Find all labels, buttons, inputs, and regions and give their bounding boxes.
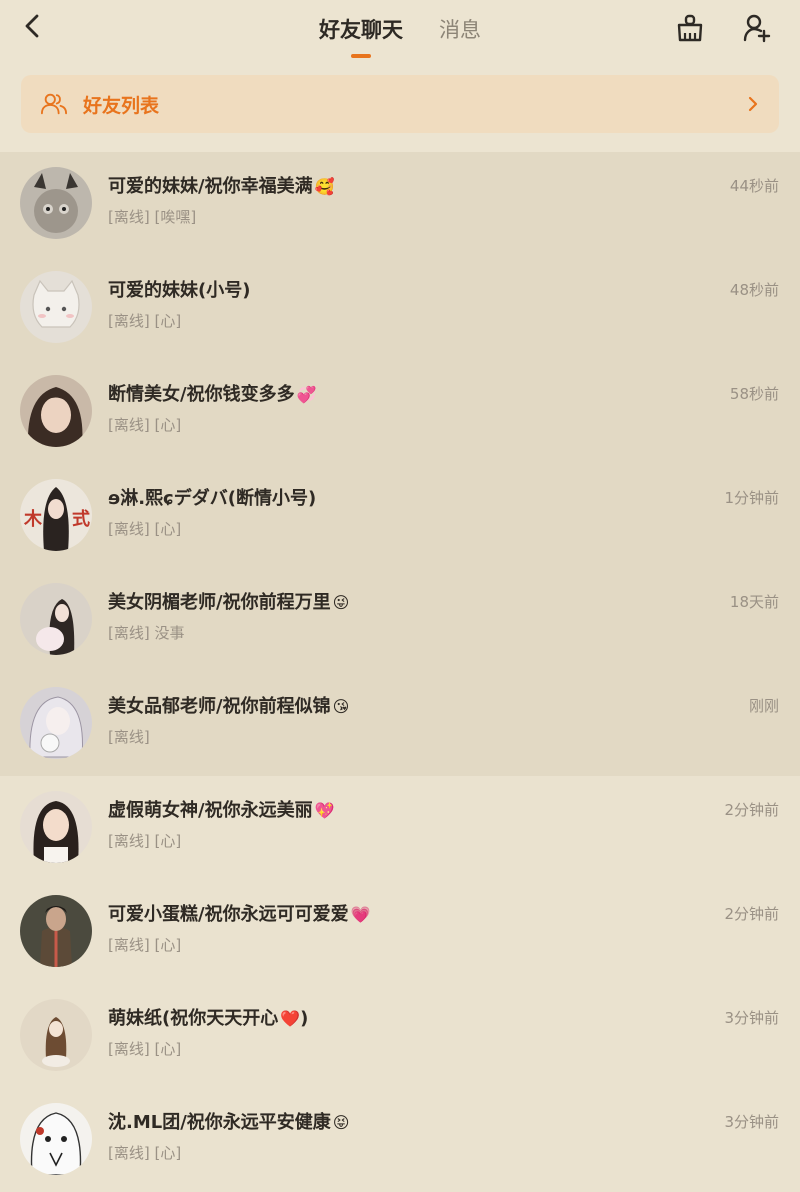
conversation-status: [离线] [唉嘿] bbox=[108, 208, 197, 226]
conversation-time: 44秒前 bbox=[729, 177, 779, 195]
friend-list-label: 好友列表 bbox=[83, 94, 160, 117]
conversation-time: 18天前 bbox=[729, 593, 779, 611]
chevron-right-icon bbox=[747, 94, 759, 118]
conversation-item[interactable]: 可爱小蛋糕/祝你永远可可爱爱 💗 [离线] [心] 2分钟前 bbox=[0, 880, 800, 984]
conversation-status: [离线] [心] bbox=[108, 832, 182, 850]
conversation-name: ɘ淋.熙ɕデダバ(断情小号) bbox=[108, 488, 317, 509]
conversation-name: 可爱的妹妹/祝你幸福美满 🥰 bbox=[108, 176, 335, 197]
top-bar: 好友聊天 消息 bbox=[0, 0, 800, 58]
conversation-item[interactable]: 美女品郁老师/祝你前程似锦 😘 [离线] 刚刚 bbox=[0, 672, 800, 776]
conversation-item[interactable]: 沈.ML团/祝你永远平安健康 😝 [离线] [心] 3分钟前 bbox=[0, 1088, 800, 1192]
avatar[interactable] bbox=[20, 895, 92, 967]
tab-friend-chat[interactable]: 好友聊天 bbox=[319, 0, 403, 58]
emoji-icon: 😝 bbox=[332, 1113, 350, 1132]
emoji-icon: ❤️ bbox=[280, 1009, 301, 1028]
back-button[interactable] bbox=[14, 8, 50, 44]
avatar[interactable] bbox=[20, 687, 92, 759]
conversation-name: 沈.ML团/祝你永远平安健康 😝 bbox=[108, 1112, 350, 1133]
conversation-item[interactable]: 木式 ɘ淋.熙ɕデダバ(断情小号) [离线] [心] 1分钟前 bbox=[0, 464, 800, 568]
avatar[interactable] bbox=[20, 271, 92, 343]
add-user-icon bbox=[743, 14, 771, 43]
conversation-time: 3分钟前 bbox=[724, 1113, 779, 1131]
users-icon bbox=[41, 91, 67, 117]
avatar[interactable]: 木式 bbox=[20, 479, 92, 551]
conversation-status: [离线] [心] bbox=[108, 416, 182, 434]
conversation-name: 可爱的妹妹(小号) bbox=[108, 280, 251, 301]
conversation-name: 美女品郁老师/祝你前程似锦 😘 bbox=[108, 696, 350, 717]
pinned-conversation-list: 可爱的妹妹/祝你幸福美满 🥰 [离线] [唉嘿] 44秒前 可爱的妹妹(小号) [… bbox=[0, 152, 800, 776]
conversation-status: [离线] [心] bbox=[108, 936, 182, 954]
conversation-name: 可爱小蛋糕/祝你永远可可爱爱 💗 bbox=[108, 904, 371, 925]
avatar[interactable] bbox=[20, 791, 92, 863]
conversation-time: 1分钟前 bbox=[724, 489, 779, 507]
avatar[interactable] bbox=[20, 167, 92, 239]
conversation-list: 虚假萌女神/祝你永远美丽 💖 [离线] [心] 2分钟前 可爱小蛋糕/祝你永远可可… bbox=[0, 776, 800, 1192]
conversation-item[interactable]: 萌妹纸(祝你天天开心 ❤️) [离线] [心] 3分钟前 bbox=[0, 984, 800, 1088]
friend-list-entry[interactable]: 好友列表 bbox=[21, 75, 779, 133]
svg-text:木: 木 bbox=[23, 508, 43, 530]
conversation-status: [离线] bbox=[108, 728, 150, 746]
conversation-item[interactable]: 可爱的妹妹/祝你幸福美满 🥰 [离线] [唉嘿] 44秒前 bbox=[0, 152, 800, 256]
emoji-icon: 🥰 bbox=[314, 177, 335, 196]
conversation-status: [离线] [心] bbox=[108, 520, 182, 538]
conversation-time: 2分钟前 bbox=[724, 905, 779, 923]
conversation-status: [离线] 没事 bbox=[108, 624, 185, 642]
conversation-time: 58秒前 bbox=[729, 385, 779, 403]
clean-button[interactable] bbox=[670, 8, 710, 48]
emoji-icon: 😘 bbox=[332, 697, 350, 716]
add-friend-button[interactable] bbox=[737, 8, 777, 48]
conversation-name: 断情美女/祝你钱变多多 💞 bbox=[108, 384, 317, 405]
conversation-item[interactable]: 虚假萌女神/祝你永远美丽 💖 [离线] [心] 2分钟前 bbox=[0, 776, 800, 880]
conversation-status: [离线] [心] bbox=[108, 312, 182, 330]
conversation-status: [离线] [心] bbox=[108, 1040, 182, 1058]
emoji-icon: 💖 bbox=[314, 801, 335, 820]
avatar[interactable] bbox=[20, 375, 92, 447]
conversation-name: 虚假萌女神/祝你永远美丽 💖 bbox=[108, 800, 335, 821]
conversation-name: 美女阴楣老师/祝你前程万里 😜 bbox=[108, 592, 350, 613]
emoji-icon: 💞 bbox=[296, 385, 317, 404]
conversation-time: 3分钟前 bbox=[724, 1009, 779, 1027]
avatar[interactable] bbox=[20, 1103, 92, 1175]
emoji-icon: 💗 bbox=[350, 905, 371, 924]
conversation-status: [离线] [心] bbox=[108, 1144, 182, 1162]
avatar[interactable] bbox=[20, 999, 92, 1071]
back-arrow-icon bbox=[25, 14, 39, 38]
broom-icon bbox=[677, 14, 703, 42]
conversation-time: 48秒前 bbox=[729, 281, 779, 299]
svg-text:式: 式 bbox=[72, 508, 90, 530]
conversation-name: 萌妹纸(祝你天天开心 ❤️) bbox=[108, 1008, 309, 1029]
tab-messages[interactable]: 消息 bbox=[439, 0, 481, 56]
avatar[interactable] bbox=[20, 583, 92, 655]
conversation-time: 刚刚 bbox=[748, 697, 779, 715]
conversation-item[interactable]: 美女阴楣老师/祝你前程万里 😜 [离线] 没事 18天前 bbox=[0, 568, 800, 672]
conversation-item[interactable]: 可爱的妹妹(小号) [离线] [心] 48秒前 bbox=[0, 256, 800, 360]
conversation-item[interactable]: 断情美女/祝你钱变多多 💞 [离线] [心] 58秒前 bbox=[0, 360, 800, 464]
conversation-time: 2分钟前 bbox=[724, 801, 779, 819]
emoji-icon: 😜 bbox=[332, 593, 350, 612]
